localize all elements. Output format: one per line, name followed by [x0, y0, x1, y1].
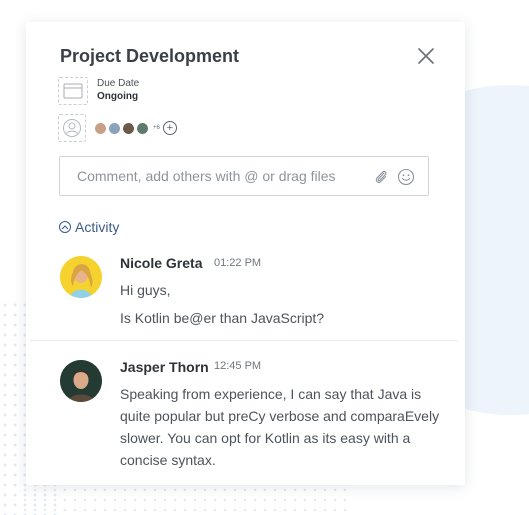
calendar-icon: [63, 83, 83, 99]
due-date-value: Ongoing: [97, 91, 139, 102]
activity-label: Activity: [75, 219, 120, 235]
avatar[interactable]: [60, 360, 102, 402]
message-text: quite popular but preCy verbose and comp…: [120, 408, 440, 424]
message-text: Speaking from experience, I can say that…: [120, 386, 422, 402]
more-members-count: +6: [153, 125, 160, 131]
member-avatar[interactable]: [94, 121, 107, 135]
message-text: Is Kotlin be@er than JavaScript?: [120, 310, 325, 326]
avatar-portrait-icon: [60, 256, 102, 298]
member-avatar[interactable]: [108, 121, 121, 135]
message-text: slower. You can opt for Kotlin as its ea…: [120, 430, 411, 446]
task-title: Project Development: [60, 46, 240, 66]
avatar-portrait-icon: [60, 360, 102, 402]
chevron-up-icon: [59, 221, 71, 233]
message-author: Jasper Thorn: [120, 359, 209, 375]
task-detail-card: Project Development Due Date Ongoing +6 …: [26, 22, 465, 485]
message-text: Hi guys,: [120, 282, 171, 298]
message-time: 12:45 PM: [214, 360, 262, 372]
comment-input[interactable]: [77, 157, 367, 195]
due-date-label: Due Date: [97, 78, 140, 89]
due-date-picker[interactable]: [58, 77, 88, 105]
add-member-button[interactable]: +: [162, 121, 177, 135]
attachment-icon[interactable]: [373, 168, 389, 186]
avatar[interactable]: [60, 256, 102, 298]
emoji-icon[interactable]: [397, 168, 415, 186]
message-author: Nicole Greta: [120, 255, 203, 271]
comment-box: [59, 156, 429, 196]
member-avatar[interactable]: [122, 121, 135, 135]
stage: Project Development Due Date Ongoing +6 …: [0, 0, 529, 515]
message-time: 01:22 PM: [214, 257, 262, 269]
activity-toggle[interactable]: Activity: [59, 218, 119, 236]
member-avatars: +6 +: [94, 121, 177, 135]
member-avatar[interactable]: [136, 121, 149, 135]
plus-icon: +: [166, 121, 174, 134]
background-dots-bottom: [20, 485, 350, 515]
user-icon: [63, 119, 81, 137]
close-icon: [418, 48, 434, 64]
message-text: concise syntax.: [120, 452, 216, 468]
message-divider: [30, 340, 458, 341]
close-button[interactable]: [416, 46, 436, 66]
assignee-picker[interactable]: [58, 114, 86, 142]
